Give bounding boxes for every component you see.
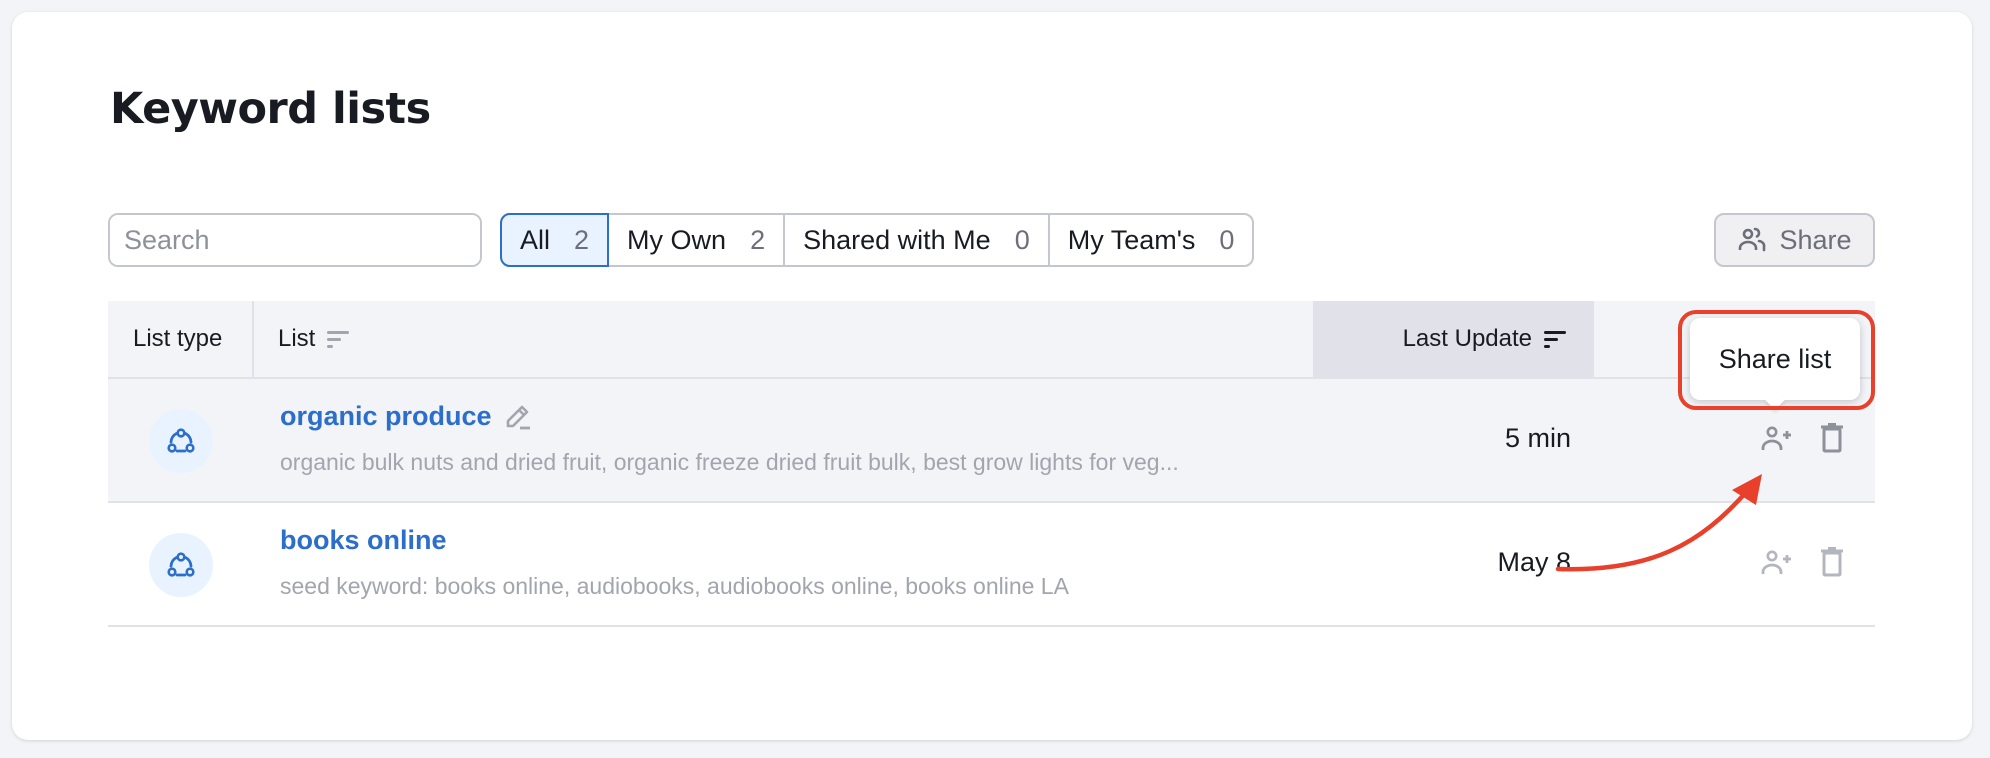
sort-desc-icon (1544, 331, 1566, 348)
list-description: organic bulk nuts and dried fruit, organ… (280, 449, 1179, 475)
tab-count: 2 (574, 224, 590, 255)
trash-icon (1821, 547, 1843, 577)
list-name[interactable]: books online (280, 525, 447, 556)
trash-icon (1821, 423, 1843, 453)
tab-my-own[interactable]: My Own 2 (609, 215, 783, 265)
table-row[interactable]: books online seed keyword: books online,… (108, 503, 1875, 627)
add-user-icon (1761, 426, 1791, 450)
list-name[interactable]: organic produce (280, 401, 492, 432)
column-list-type: List type (108, 301, 254, 377)
list-type-badge (149, 409, 213, 473)
search-input[interactable] (110, 215, 480, 265)
column-label: List type (133, 325, 223, 352)
column-label: List (278, 325, 316, 352)
share-list-tooltip: Share list (1690, 318, 1860, 400)
delete-list-button[interactable] (1820, 423, 1844, 453)
row-actions (1760, 547, 1844, 577)
tab-label: My Own (627, 224, 727, 255)
list-name-link[interactable]: books online (280, 525, 447, 556)
tab-label: All (520, 224, 551, 255)
tab-count: 0 (1014, 224, 1030, 255)
share-button[interactable]: Share (1714, 213, 1875, 267)
table-row[interactable]: organic produce organic bulk nuts and dr… (108, 379, 1875, 503)
tab-label: Shared with Me (803, 224, 991, 255)
list-type-badge (149, 533, 213, 597)
tooltip-text: Share list (1718, 343, 1832, 374)
tab-shared-with-me[interactable]: Shared with Me 0 (783, 215, 1048, 265)
last-update: May 8 (1497, 547, 1571, 577)
tab-count: 2 (750, 224, 766, 255)
filter-tabs: All 2 My Own 2 Shared with Me 0 My Team'… (500, 213, 1255, 267)
share-button-label: Share (1779, 224, 1852, 255)
tab-my-teams[interactable]: My Team's 0 (1047, 215, 1253, 265)
table-header: List type List Last Update (108, 301, 1875, 379)
tab-label: My Team's (1067, 224, 1196, 255)
share-list-button[interactable] (1760, 547, 1794, 577)
tab-all[interactable]: All 2 (500, 213, 610, 267)
share-list-button[interactable] (1760, 423, 1794, 453)
column-label: Last Update (1402, 325, 1532, 352)
row-actions (1760, 423, 1844, 453)
last-update: 5 min (1504, 423, 1571, 453)
search-box (108, 213, 482, 267)
column-list[interactable]: List (256, 301, 351, 377)
sort-icon (327, 331, 350, 348)
add-user-icon (1761, 550, 1791, 574)
delete-list-button[interactable] (1820, 547, 1844, 577)
list-name-link[interactable]: organic produce (280, 401, 534, 432)
users-icon (1739, 227, 1766, 252)
list-description: seed keyword: books online, audiobooks, … (280, 573, 1069, 599)
page-title: Keyword lists (110, 84, 431, 134)
shared-list-icon (167, 552, 195, 577)
column-last-update[interactable]: Last Update (1313, 301, 1594, 377)
tab-count: 0 (1219, 224, 1235, 255)
shared-list-icon (167, 428, 195, 453)
edit-icon[interactable] (502, 402, 534, 432)
